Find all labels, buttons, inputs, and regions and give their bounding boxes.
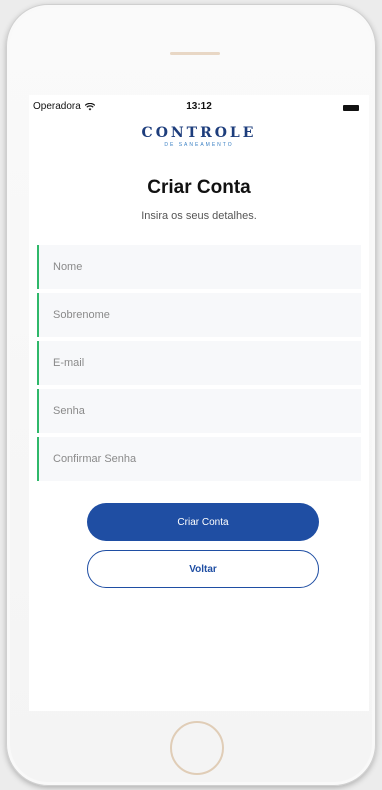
logo-sub-text: DE SANEAMENTO xyxy=(164,142,234,148)
last-name-field[interactable] xyxy=(39,293,361,337)
home-button[interactable] xyxy=(170,721,224,775)
page-title: Criar Conta xyxy=(147,177,251,198)
page-subtitle: Insira os seus detalhes. xyxy=(141,210,257,222)
create-account-button[interactable]: Criar Conta xyxy=(87,503,319,541)
last-name-field-wrapper xyxy=(37,293,361,337)
battery-icon xyxy=(343,105,359,111)
phone-frame: Operadora 13:12 CONTROLE DE SANEAMENTO C… xyxy=(6,4,376,786)
first-name-field-wrapper xyxy=(37,245,361,289)
first-name-field[interactable] xyxy=(39,245,361,289)
brand-logo: CONTROLE DE SANEAMENTO xyxy=(29,125,369,148)
back-button[interactable]: Voltar xyxy=(87,550,319,588)
password-field[interactable] xyxy=(39,389,361,433)
app-screen: Operadora 13:12 CONTROLE DE SANEAMENTO C… xyxy=(29,95,369,711)
signup-form xyxy=(37,245,361,485)
password-field-wrapper xyxy=(37,389,361,433)
confirm-password-field[interactable] xyxy=(39,437,361,481)
logo-main-text: CONTROLE xyxy=(141,125,257,141)
email-field-wrapper xyxy=(37,341,361,385)
email-field[interactable] xyxy=(39,341,361,385)
speaker-grille xyxy=(170,52,220,55)
status-time: 13:12 xyxy=(186,101,212,112)
status-bar: Operadora 13:12 xyxy=(29,95,369,117)
confirm-password-field-wrapper xyxy=(37,437,361,481)
